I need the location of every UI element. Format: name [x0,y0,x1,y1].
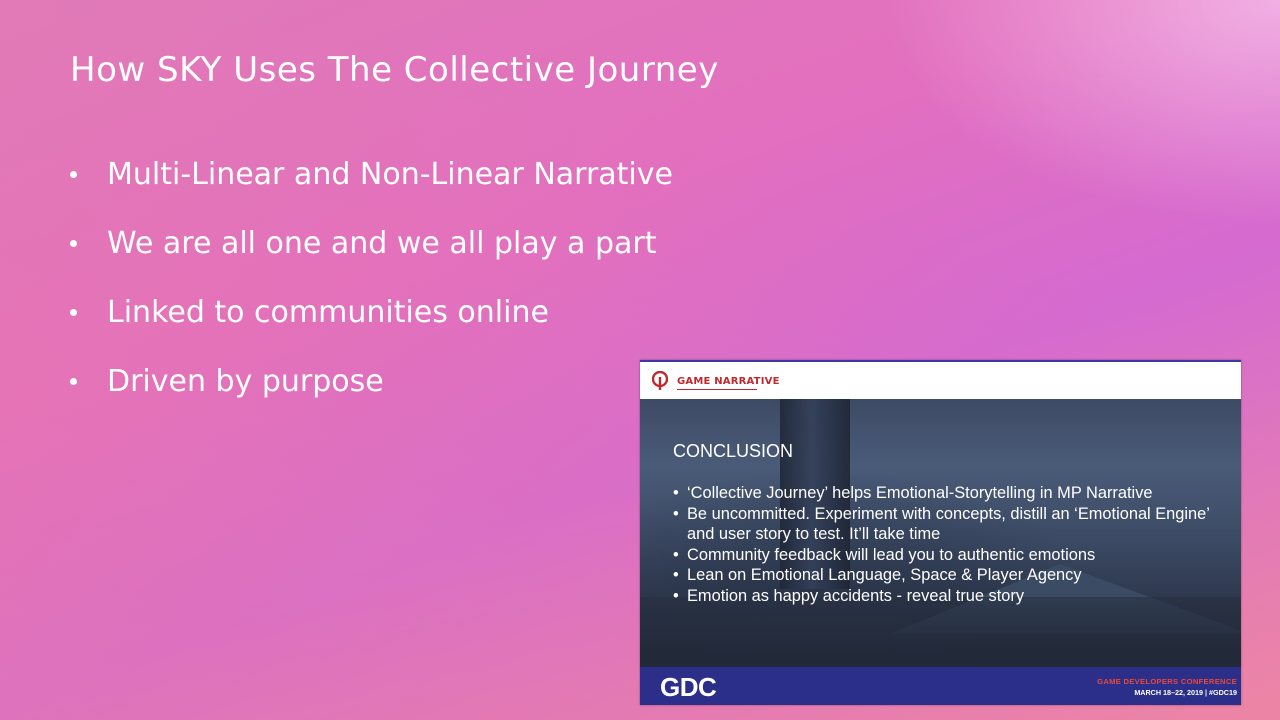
conclusion-text: ‘Collective Journey’ helps Emotional-Sto… [687,484,1153,502]
game-narrative-logo-text: GAME NARRATIVE [677,376,780,387]
bullet-dot-icon: • [673,504,679,523]
bullet-dot-icon [70,170,77,178]
conclusion-item: • Lean on Emotional Language, Space & Pla… [673,565,1233,586]
embedded-slide-header: GAME NARRATIVE [640,360,1241,399]
conclusion-text: Community feedback will lead you to auth… [687,545,1096,564]
conclusion-item: • ‘Collective Journey’ helps Emotional-St… [673,483,1233,504]
game-narrative-summit-logo-icon [652,371,668,390]
gdc-logo: GDC [660,672,717,702]
slide-title: How SKY Uses The Collective Journey [70,50,719,90]
bullet-dot-icon [70,308,77,316]
gdc-footer-bar: GDC GAME DEVELOPERS CONFERENCE MARCH 18–… [640,667,1241,705]
conference-name: GAME DEVELOPERS CONFERENCE [1097,677,1237,686]
logo-underline [677,389,757,390]
bullet-text: Driven by purpose [107,364,384,399]
bullet-dot-icon: • [673,566,679,584]
scene-ground [640,597,1241,667]
conclusion-text: Emotion as happy accidents - reveal true… [687,586,1025,605]
bullet-item: We are all one and we all play a part [70,209,673,278]
conclusion-item: • Community feedback will lead you to aut… [673,545,1233,566]
bullet-dot-icon: • [673,484,679,502]
bullet-dot-icon [70,239,77,247]
bullet-text: We are all one and we all play a part [107,226,657,261]
bullet-dot-icon [70,377,77,385]
conclusion-item: • Be uncommitted. Experiment with concept… [673,504,1233,545]
conclusion-text: Be uncommitted. Experiment with concepts… [687,504,1210,544]
bullet-item: Multi-Linear and Non-Linear Narrative [70,140,673,209]
bullet-text: Linked to communities online [107,295,549,330]
bullet-item: Driven by purpose [70,347,673,416]
bullet-list: Multi-Linear and Non-Linear Narrative We… [70,140,673,416]
conclusion-text: Lean on Emotional Language, Space & Play… [687,566,1082,584]
bullet-dot-icon: • [673,545,679,564]
bullet-dot-icon: • [673,586,679,605]
embedded-gdc-slide: GAME NARRATIVE CONCLUSION • ‘Collective J… [640,360,1241,705]
conclusion-title: CONCLUSION [673,441,794,461]
conclusion-item: • Emotion as happy accidents - reveal tru… [673,586,1233,607]
bullet-item: Linked to communities online [70,278,673,347]
conference-date: MARCH 18–22, 2019 | #GDC19 [1134,688,1237,697]
bullet-text: Multi-Linear and Non-Linear Narrative [107,157,673,192]
conclusion-list: • ‘Collective Journey’ helps Emotional-St… [673,483,1233,606]
